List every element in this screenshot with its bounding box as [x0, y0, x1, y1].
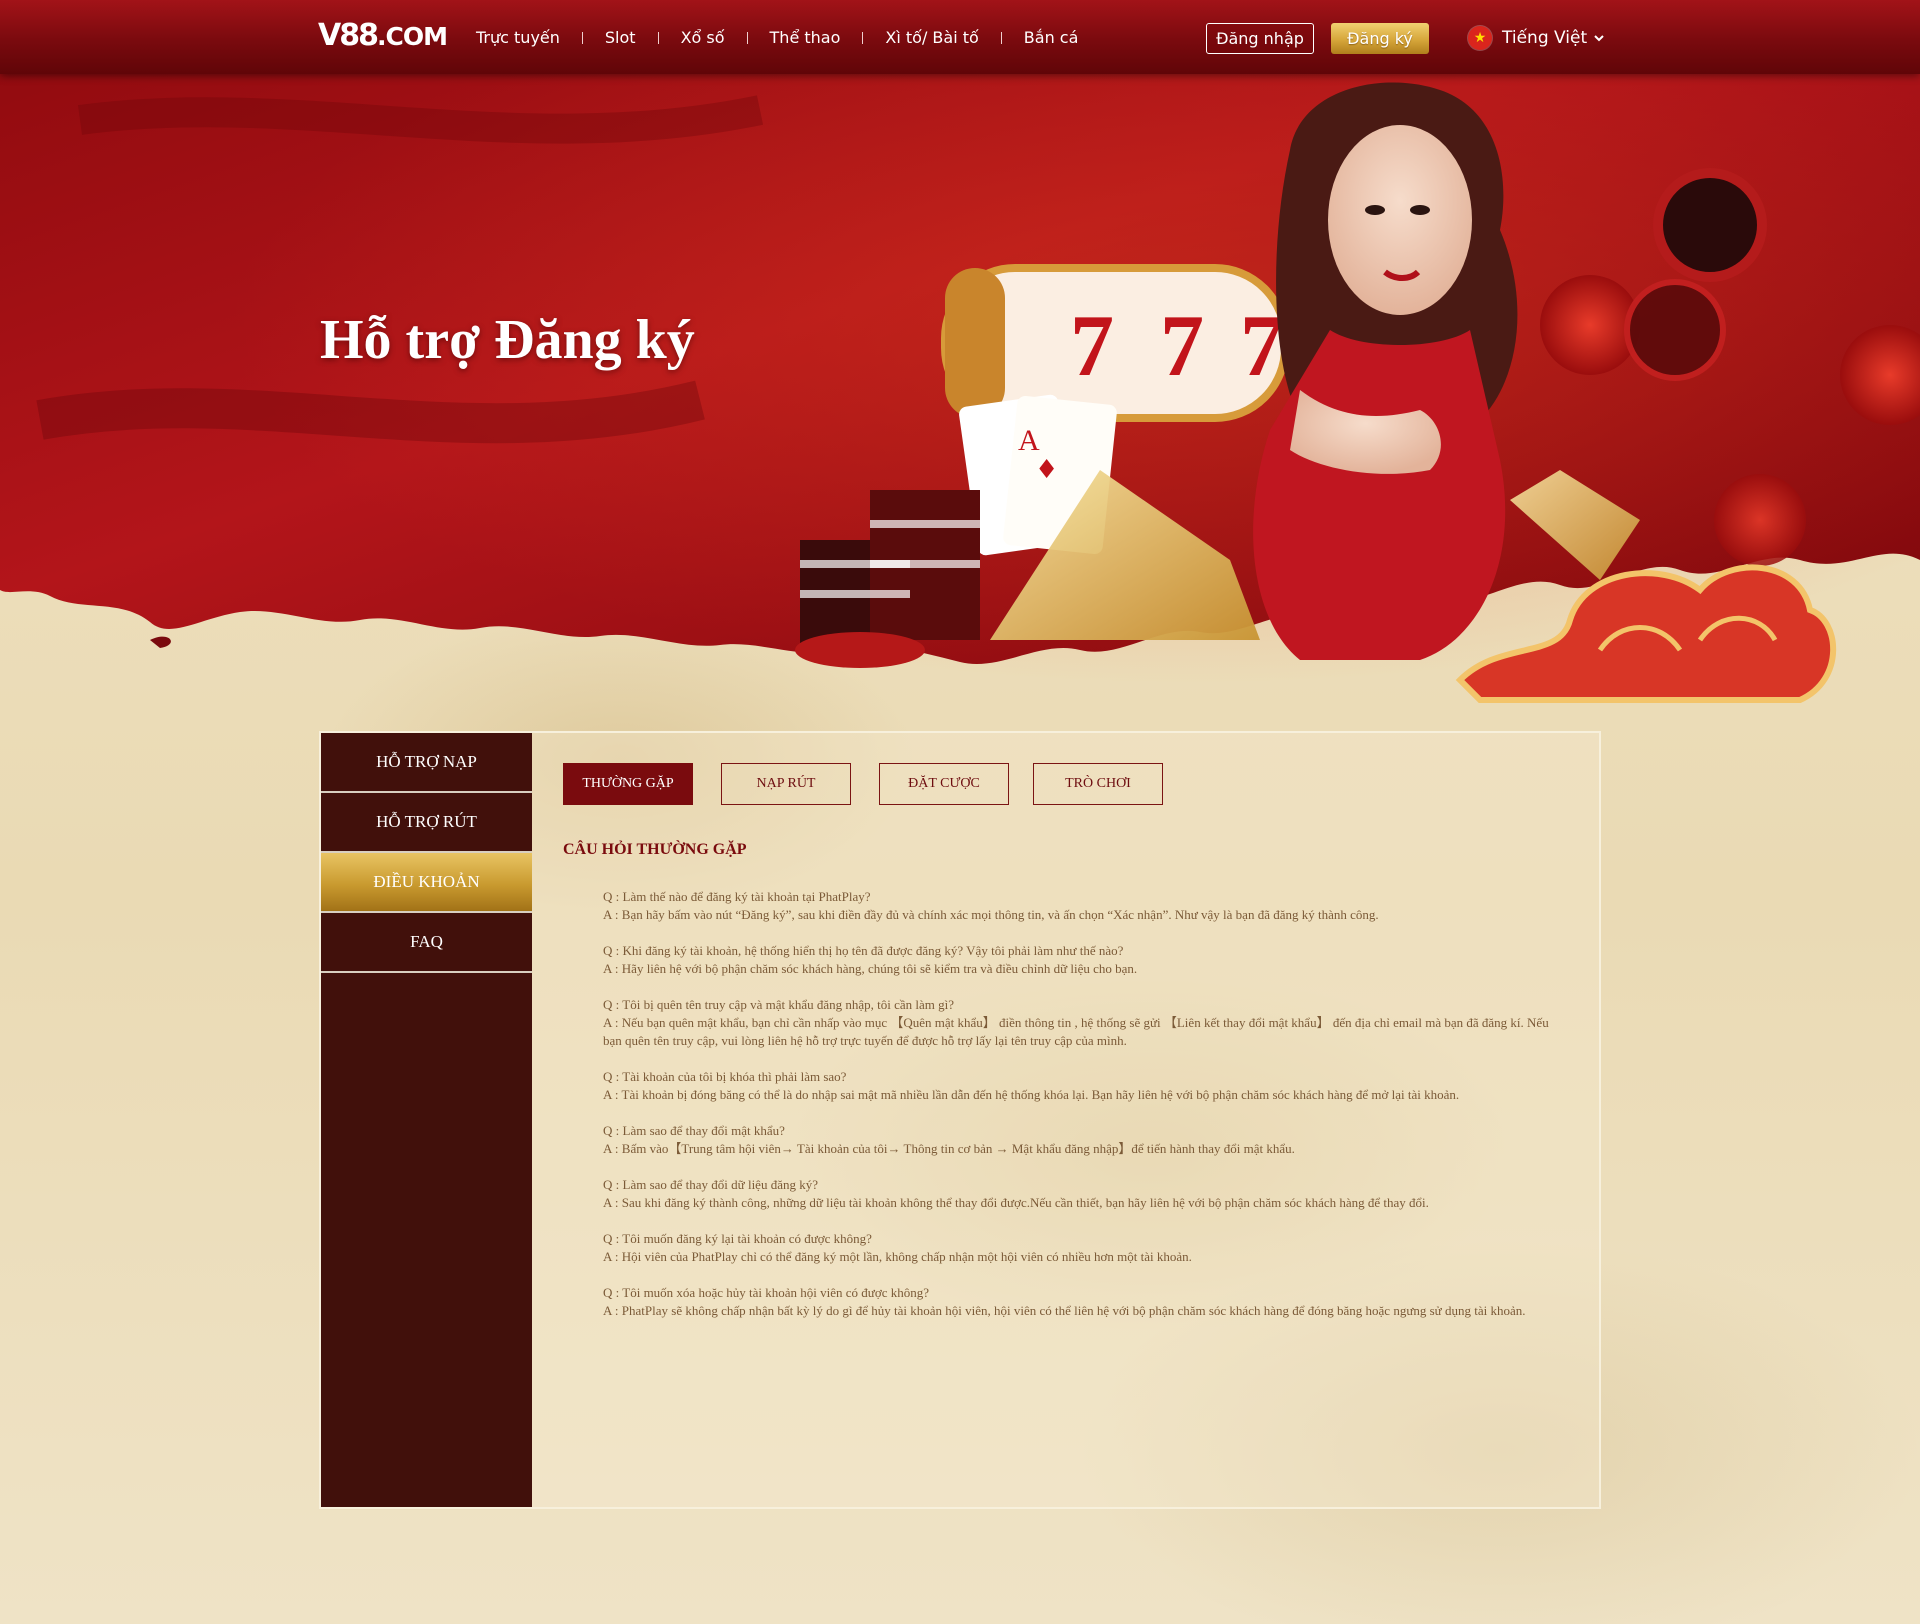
nav-separator: [1000, 32, 1002, 44]
svg-text:7: 7: [1160, 298, 1204, 395]
faq-item: Q : Tôi muốn xóa hoặc hủy tài khoản hội …: [603, 1284, 1549, 1320]
hero-artwork: 7 7 7 A ♦: [0, 0, 1920, 720]
sidebar-item-terms[interactable]: ĐIỀU KHOẢN: [321, 853, 532, 913]
hero-banner: 7 7 7 A ♦ Hỗ trợ Đăng ký: [0, 0, 1920, 720]
nav-separator: [657, 32, 659, 44]
language-selector[interactable]: Tiếng Việt: [1468, 24, 1605, 52]
faq-question: Q : Tôi muốn đăng ký lại tài khoản có đư…: [603, 1231, 872, 1246]
logo-text: V88: [318, 18, 379, 53]
chevron-down-icon: [1594, 35, 1604, 42]
top-navigation-bar: V88.COM Trực tuyến Slot Xổ số Thể thao X…: [0, 0, 1920, 74]
sidebar-item-deposit-help[interactable]: HỖ TRỢ NẠP: [321, 733, 532, 793]
language-label: Tiếng Việt: [1502, 28, 1588, 48]
faq-item: Q : Tôi muốn đăng ký lại tài khoản có đư…: [603, 1230, 1549, 1266]
nav-separator: [746, 32, 748, 44]
flag-icon: [1468, 26, 1492, 50]
nav-item-slot[interactable]: Slot: [605, 28, 636, 47]
slot-reel-art: 7 7 7: [941, 264, 1289, 422]
faq-answer: A : Hội viên của PhatPlay chỉ có thể đăn…: [603, 1249, 1192, 1264]
sidebar-item-withdraw-help[interactable]: HỖ TRỢ RÚT: [321, 793, 532, 853]
help-sidebar: HỖ TRỢ NẠP HỖ TRỢ RÚT ĐIỀU KHOẢN FAQ: [321, 733, 532, 1507]
login-button[interactable]: Đăng nhập: [1206, 23, 1314, 54]
faq-list: Q : Làm thế nào để đăng ký tài khoản tại…: [603, 888, 1549, 1338]
faq-answer: A : Tài khoản bị đóng băng có thể là do …: [603, 1087, 1460, 1102]
faq-question: Q : Tài khoản của tôi bị khóa thì phải l…: [603, 1069, 847, 1084]
faq-item: Q : Làm sao để thay đổi mật khẩu? A : Bấ…: [603, 1122, 1549, 1158]
faq-answer: A : Sau khi đăng ký thành công, những dữ…: [603, 1195, 1429, 1210]
faq-question: Q : Làm sao để thay đổi dữ liệu đăng ký?: [603, 1177, 818, 1192]
nav-item-sports[interactable]: Thể thao: [770, 28, 841, 47]
faq-item: Q : Làm sao để thay đổi dữ liệu đăng ký?…: [603, 1176, 1549, 1212]
faq-answer: A : Hãy liên hệ với bộ phận chăm sóc khá…: [603, 961, 1138, 976]
nav-item-fishing[interactable]: Bắn cá: [1024, 28, 1079, 47]
nav-separator: [862, 32, 864, 44]
faq-item: Q : Khi đăng ký tài khoản, hệ thống hiển…: [603, 942, 1549, 978]
logo-domain: .COM: [376, 22, 448, 51]
faq-answer: A : Bạn hãy bấm vào nút “Đăng ký”, sau k…: [603, 907, 1379, 922]
faq-section-title: CÂU HỎI THƯỜNG GẶP: [563, 841, 747, 858]
nav-item-poker[interactable]: Xì tố/ Bài tố: [885, 28, 978, 47]
faq-item: Q : Tôi bị quên tên truy cập và mật khẩu…: [603, 996, 1549, 1050]
sidebar-item-faq[interactable]: FAQ: [321, 913, 532, 973]
svg-text:A: A: [1018, 424, 1040, 457]
faq-answer: A : Nếu bạn quên mật khẩu, bạn chỉ cần n…: [603, 1015, 1549, 1048]
register-button[interactable]: Đăng ký: [1331, 23, 1429, 54]
hero-title: Hỗ trợ Đăng ký: [320, 309, 695, 371]
nav-separator: [581, 32, 583, 44]
help-content-panel: HỖ TRỢ NẠP HỖ TRỢ RÚT ĐIỀU KHOẢN FAQ THƯ…: [319, 731, 1601, 1509]
faq-item: Q : Làm thế nào để đăng ký tài khoản tại…: [603, 888, 1549, 924]
svg-text:♦: ♦: [1035, 455, 1058, 485]
faq-item: Q : Tài khoản của tôi bị khóa thì phải l…: [603, 1068, 1549, 1104]
faq-question: Q : Tôi bị quên tên truy cập và mật khẩu…: [603, 997, 955, 1012]
faq-answer: A : Bấm vào【Trung tâm hội viên→ Tài khoả…: [603, 1141, 1295, 1156]
tab-deposit-withdraw[interactable]: NẠP RÚT: [721, 763, 851, 805]
site-logo[interactable]: V88.COM: [318, 16, 448, 56]
model-illustration: [1253, 82, 1518, 660]
faq-question: Q : Làm sao để thay đổi mật khẩu?: [603, 1123, 785, 1138]
faq-answer: A : PhatPlay sẽ không chấp nhận bất kỳ l…: [603, 1303, 1526, 1318]
tab-common[interactable]: THƯỜNG GẶP: [563, 763, 693, 805]
faq-question: Q : Làm thế nào để đăng ký tài khoản tại…: [603, 889, 871, 904]
nav-item-live[interactable]: Trực tuyến: [476, 28, 560, 47]
main-nav: Trực tuyến Slot Xổ số Thể thao Xì tố/ Bà…: [476, 0, 1078, 74]
faq-question: Q : Tôi muốn xóa hoặc hủy tài khoản hội …: [603, 1285, 929, 1300]
tab-games[interactable]: TRÒ CHƠI: [1033, 763, 1163, 805]
nav-item-lottery[interactable]: Xổ số: [681, 28, 725, 47]
svg-text:7: 7: [1070, 298, 1114, 395]
tab-betting[interactable]: ĐẶT CƯỢC: [879, 763, 1009, 805]
faq-question: Q : Khi đăng ký tài khoản, hệ thống hiển…: [603, 943, 1124, 958]
